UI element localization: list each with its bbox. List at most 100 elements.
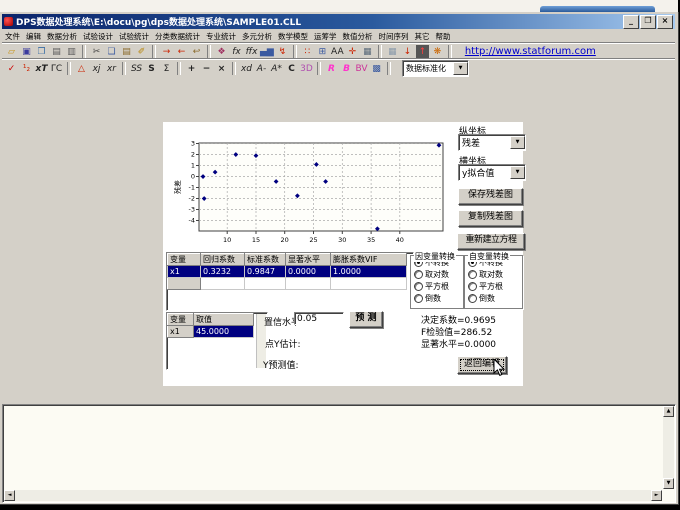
calculator-icon[interactable]: ▦ bbox=[361, 45, 374, 58]
data-table-icon[interactable]: ⊞ bbox=[316, 45, 329, 58]
value-table[interactable]: 变量取值x145.0000 bbox=[167, 313, 254, 338]
rank-icon[interactable]: ¹₂ bbox=[20, 62, 33, 75]
threed-icon[interactable]: 3D bbox=[300, 62, 313, 75]
plus-icon[interactable]: + bbox=[185, 62, 198, 75]
print-preview-icon[interactable]: ▥ bbox=[65, 45, 78, 58]
menu-item-multivariate[interactable]: 多元分析 bbox=[239, 31, 275, 42]
dropdown-arrow-icon[interactable]: ▼ bbox=[510, 136, 525, 149]
b-icon[interactable]: B bbox=[340, 62, 353, 75]
column-header[interactable]: 膨胀系数VIF bbox=[331, 254, 407, 266]
confirm-icon[interactable]: ✓ bbox=[5, 62, 18, 75]
sort-asc-icon[interactable]: ↑ bbox=[416, 45, 429, 58]
sort-desc-icon[interactable]: ↓ bbox=[401, 45, 414, 58]
minimize-button[interactable]: _ bbox=[623, 15, 639, 29]
rebuild-equation-button[interactable]: 重新建立方程 bbox=[457, 233, 525, 250]
vertical-scrollbar[interactable]: ▲ ▼ bbox=[663, 406, 674, 489]
statforum-link[interactable]: http://www.statforum.com bbox=[465, 46, 596, 57]
horizontal-scrollbar[interactable]: ◄ ► bbox=[4, 490, 662, 501]
menu-item-professional-stat[interactable]: 专业统计 bbox=[203, 31, 239, 42]
table-row[interactable]: x10.32320.98470.00001.0000 bbox=[168, 266, 407, 278]
x-axis-dropdown[interactable]: y拟合值 ▼ bbox=[458, 164, 526, 181]
multiply-icon[interactable]: × bbox=[215, 62, 228, 75]
menu-item-file[interactable]: 文件 bbox=[2, 31, 23, 42]
y-axis-dropdown[interactable]: 残差 ▼ bbox=[458, 134, 526, 151]
paste-icon[interactable]: ▤ bbox=[120, 45, 133, 58]
radio-option[interactable]: 平方根 bbox=[468, 281, 522, 292]
format-brush-icon[interactable]: ✐ bbox=[135, 45, 148, 58]
paired-data-icon[interactable]: ∷ bbox=[301, 45, 314, 58]
save-icon[interactable]: ▣ bbox=[20, 45, 33, 58]
dropdown-arrow-icon[interactable]: ▼ bbox=[453, 62, 468, 75]
confidence-input[interactable] bbox=[294, 312, 344, 325]
font-icon[interactable]: AA bbox=[331, 45, 344, 58]
adjoint-icon[interactable]: A* bbox=[270, 62, 283, 75]
grid-icon[interactable]: ▦ bbox=[386, 45, 399, 58]
close-button[interactable]: × bbox=[657, 15, 673, 29]
c-icon[interactable]: C bbox=[285, 62, 298, 75]
column-header[interactable]: 回归系数 bbox=[201, 254, 245, 266]
bv-icon[interactable]: BV bbox=[355, 62, 368, 75]
menu-item-data-analysis[interactable]: 数据分析 bbox=[44, 31, 80, 42]
run-icon[interactable]: ↯ bbox=[276, 45, 289, 58]
transpose-icon[interactable]: xT bbox=[35, 62, 48, 75]
menu-item-misc[interactable]: 其它 bbox=[412, 31, 433, 42]
menu-item-time-series[interactable]: 时间序列 bbox=[376, 31, 412, 42]
dropdown-arrow-icon[interactable]: ▼ bbox=[510, 166, 525, 179]
column-header[interactable]: 变量 bbox=[168, 314, 194, 326]
copy-icon[interactable]: ❑ bbox=[105, 45, 118, 58]
undo-icon[interactable]: ↩ bbox=[190, 45, 203, 58]
export-icon[interactable]: ❐ bbox=[35, 45, 48, 58]
menu-item-categorical-stat[interactable]: 分类数据统计 bbox=[152, 31, 203, 42]
menu-item-operations-research[interactable]: 运筹学 bbox=[311, 31, 340, 42]
report-icon[interactable]: ▩ bbox=[370, 62, 383, 75]
scroll-up-icon[interactable]: ▲ bbox=[663, 406, 674, 417]
s-icon[interactable]: S bbox=[145, 62, 158, 75]
radio-option[interactable]: 倒数 bbox=[468, 293, 522, 304]
r-icon[interactable]: R bbox=[325, 62, 338, 75]
scroll-right-icon[interactable]: ► bbox=[651, 490, 662, 501]
coef-table[interactable]: 变量回归系数标准系数显著水平膨胀系数VIFx10.32320.98470.000… bbox=[167, 253, 407, 290]
copy-residual-plot-button[interactable]: 复制残差图 bbox=[458, 210, 523, 227]
restore-button[interactable]: ❐ bbox=[640, 15, 656, 29]
radio-option[interactable]: 取对数 bbox=[414, 269, 463, 280]
matrix-icon[interactable]: ΓC bbox=[50, 62, 63, 75]
radio-option[interactable]: 平方根 bbox=[414, 281, 463, 292]
column-header[interactable]: 取值 bbox=[194, 314, 254, 326]
move-icon[interactable]: ✛ bbox=[346, 45, 359, 58]
ss-icon[interactable]: SS bbox=[130, 62, 143, 75]
inverse-icon[interactable]: A- bbox=[255, 62, 268, 75]
bar-chart-icon[interactable]: ▄▆ bbox=[260, 45, 274, 58]
xj-icon[interactable]: xj bbox=[90, 62, 103, 75]
print-icon[interactable]: ▤ bbox=[50, 45, 63, 58]
menu-item-math-model[interactable]: 数学模型 bbox=[275, 31, 311, 42]
radio-option[interactable]: 倒数 bbox=[414, 293, 463, 304]
menu-item-numerical-analysis[interactable]: 数值分析 bbox=[340, 31, 376, 42]
insert-cells-icon[interactable]: → bbox=[160, 45, 173, 58]
menu-item-experiment-design[interactable]: 试验设计 bbox=[80, 31, 116, 42]
column-header[interactable]: 显著水平 bbox=[286, 254, 331, 266]
palette-icon[interactable]: ❋ bbox=[431, 45, 444, 58]
open-icon[interactable]: ▱ bbox=[5, 45, 18, 58]
xr-icon[interactable]: xr bbox=[105, 62, 118, 75]
table-row[interactable]: x145.0000 bbox=[168, 326, 254, 338]
menu-item-edit[interactable]: 编辑 bbox=[23, 31, 44, 42]
power-icon[interactable]: xd bbox=[240, 62, 253, 75]
plot-icon[interactable]: △ bbox=[75, 62, 88, 75]
menu-item-experiment-stat[interactable]: 试验统计 bbox=[116, 31, 152, 42]
scroll-down-icon[interactable]: ▼ bbox=[663, 478, 674, 489]
output-area[interactable]: ▲ ▼ ◄ ► bbox=[2, 404, 676, 503]
scroll-left-icon[interactable]: ◄ bbox=[4, 490, 15, 501]
minus-icon[interactable]: − bbox=[200, 62, 213, 75]
menu-item-help[interactable]: 帮助 bbox=[433, 31, 454, 42]
column-header[interactable]: 标准系数 bbox=[245, 254, 286, 266]
ffx-icon[interactable]: ffx bbox=[245, 45, 258, 58]
save-residual-plot-button[interactable]: 保存残差图 bbox=[458, 188, 523, 205]
define-block-icon[interactable]: ❖ bbox=[215, 45, 228, 58]
standardize-dropdown[interactable]: 数据标准化 ▼ bbox=[402, 60, 469, 77]
output-text[interactable] bbox=[5, 407, 661, 488]
radio-option[interactable]: 取对数 bbox=[468, 269, 522, 280]
delete-cells-icon[interactable]: ← bbox=[175, 45, 188, 58]
sigma-icon[interactable]: Σ bbox=[160, 62, 173, 75]
cut-icon[interactable]: ✂ bbox=[90, 45, 103, 58]
column-header[interactable]: 变量 bbox=[168, 254, 201, 266]
